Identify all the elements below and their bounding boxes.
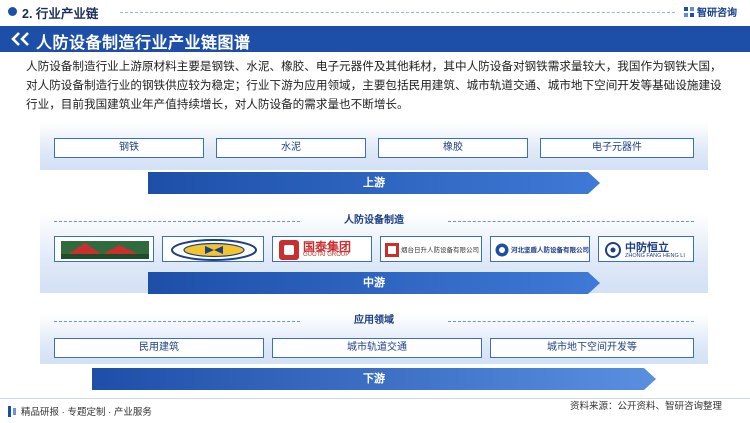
brand-logo: 智研咨询 bbox=[684, 4, 737, 19]
company-logo-guotai: 国泰集团 GUOTAI GROUP bbox=[272, 236, 372, 262]
section-divider bbox=[120, 12, 675, 13]
upstream-item-electronics: 电子元器件 bbox=[540, 138, 694, 158]
page-title: 人防设备制造行业产业链图谱 bbox=[36, 35, 251, 52]
yantai-mark-icon bbox=[385, 243, 399, 257]
upstream-arrow: 上游 bbox=[148, 172, 600, 194]
midstream-arrow: 中游 bbox=[148, 272, 600, 294]
brand-name: 智研咨询 bbox=[697, 8, 737, 19]
upstream-item-steel: 钢铁 bbox=[54, 138, 204, 158]
guotai-sub: GUOTAI GROUP bbox=[303, 252, 350, 258]
dash-right bbox=[448, 321, 694, 322]
midstream-heading-row: 人防设备制造 bbox=[40, 214, 708, 228]
footer-slogan-text: 精品研报 · 专题定制 · 产业服务 bbox=[21, 407, 152, 418]
industry-chain-diagram: 钢铁 水泥 橡胶 电子元器件 上游 人防设备制造 国泰集团 GUOTAI GRO… bbox=[40, 122, 708, 394]
downstream-item-underground-space: 城市地下空间开发等 bbox=[490, 338, 694, 358]
zhongfang-sub: ZHONG FANG HENG LI bbox=[625, 253, 685, 259]
upstream-arrow-label: 上游 bbox=[363, 177, 385, 189]
double-chevron-icon bbox=[11, 32, 29, 46]
downstream-heading: 应用领域 bbox=[354, 315, 394, 326]
company-logo-zhongfang: 中防恒立 ZHONG FANG HENG LI bbox=[598, 236, 694, 262]
section-header: 2. 行业产业链 智研咨询 bbox=[0, 0, 750, 24]
downstream-heading-row: 应用领域 bbox=[40, 314, 708, 328]
description-text: 人防设备制造行业上游原材料主要是钢铁、水泥、橡胶、电子元器件及其他耗材，其中人防… bbox=[26, 60, 722, 111]
guotai-mark-icon bbox=[279, 240, 299, 260]
brand-icon bbox=[684, 6, 694, 17]
zhongfang-mark-icon bbox=[605, 242, 621, 258]
dash-left bbox=[54, 321, 300, 322]
company-logo-2-mark bbox=[171, 239, 257, 261]
downstream-item-rail-transit: 城市轨道交通 bbox=[272, 338, 482, 358]
downstream-arrow: 下游 bbox=[92, 368, 656, 390]
company-logo-hebei: 河北坚盾人防设备有限公司 bbox=[490, 236, 590, 262]
footer-bar-icon-2 bbox=[13, 407, 16, 415]
company-logo-yantai: 烟台日升人防设备有限公司 bbox=[380, 236, 482, 262]
midstream-arrow-label: 中游 bbox=[363, 277, 385, 289]
hebei-name: 河北坚盾人防设备有限公司 bbox=[511, 247, 589, 254]
source-note: 资料来源：公开资料、智研咨询整理 bbox=[570, 401, 723, 412]
section-bullet-icon bbox=[8, 7, 17, 16]
yantai-name: 烟台日升人防设备有限公司 bbox=[401, 247, 479, 254]
footer-bar-icon bbox=[8, 405, 11, 417]
midstream-heading: 人防设备制造 bbox=[344, 215, 404, 226]
downstream-arrow-label: 下游 bbox=[363, 373, 385, 385]
upstream-item-rubber: 橡胶 bbox=[378, 138, 528, 158]
hebei-mark-icon bbox=[495, 243, 509, 257]
company-logo-2 bbox=[162, 236, 264, 262]
footer-slogan: 精品研报 · 专题定制 · 产业服务 bbox=[8, 404, 152, 418]
company-logo-1-mark bbox=[61, 241, 149, 259]
company-logo-1 bbox=[54, 236, 154, 262]
title-bar: 人防设备制造行业产业链图谱 bbox=[0, 26, 750, 52]
upstream-item-cement: 水泥 bbox=[216, 138, 366, 158]
dash-right bbox=[448, 221, 694, 222]
downstream-item-civil-building: 民用建筑 bbox=[54, 338, 264, 358]
section-title: 2. 行业产业链 bbox=[22, 7, 99, 21]
dash-left bbox=[54, 221, 300, 222]
